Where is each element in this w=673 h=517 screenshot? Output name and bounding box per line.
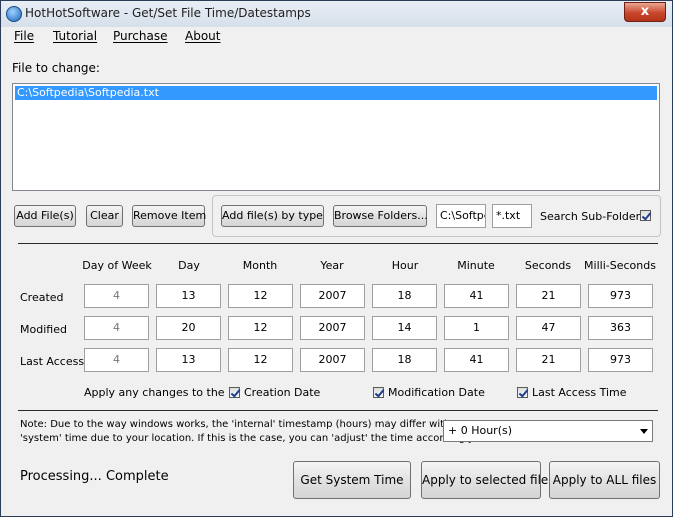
lastaccess-milliseconds-field[interactable]: 973 [588,348,653,372]
extension-input[interactable]: *.txt [492,204,532,228]
lastaccess-hour-field[interactable]: 18 [372,348,437,372]
modified-dayofweek-field[interactable]: 4 [84,316,149,340]
search-subfolders-checkbox[interactable] [640,210,651,221]
get-system-time-button[interactable]: Get System Time [293,461,411,499]
add-files-button[interactable]: Add File(s) [14,205,76,227]
window-title: HotHotSoftware - Get/Set File Time/Dates… [25,6,311,20]
created-minute-field[interactable]: 41 [444,284,509,308]
menu-purchase[interactable]: Purchase [113,27,168,45]
menu-file[interactable]: File [14,27,34,45]
add-by-type-button[interactable]: Add file(s) by type [221,205,324,227]
row-label-last-access: Last Access [20,355,85,368]
search-subfolders-label: Search Sub-Folders [540,210,646,223]
modified-minute-field[interactable]: 1 [444,316,509,340]
apply-selected-file-button[interactable]: Apply to selected file [421,461,548,499]
menu-about[interactable]: About [185,27,220,45]
lastaccess-month-field[interactable]: 12 [228,348,293,372]
hour-offset-select[interactable]: + 0 Hour(s) [443,420,653,442]
apply-all-files-button[interactable]: Apply to ALL files [549,461,660,499]
status-text: Processing... Complete [20,469,169,484]
hour-offset-value: + 0 Hour(s) [448,424,513,437]
menu-bar: File Tutorial Purchase About [1,27,672,45]
lastaccess-day-field[interactable]: 13 [156,348,221,372]
remove-item-button[interactable]: Remove Item [132,205,206,227]
modified-day-field[interactable]: 20 [156,316,221,340]
created-hour-field[interactable]: 18 [372,284,437,308]
list-item[interactable]: C:\Softpedia\Softpedia.txt [15,86,657,100]
modified-hour-field[interactable]: 14 [372,316,437,340]
app-window: HotHotSoftware - Get/Set File Time/Dates… [0,0,673,517]
lastaccess-year-field[interactable]: 2007 [300,348,365,372]
divider [18,410,658,411]
folder-path-input[interactable]: C:\Softpedia [436,204,486,228]
divider [18,243,658,244]
close-button[interactable]: x [624,2,666,22]
modified-year-field[interactable]: 2007 [300,316,365,340]
row-label-modified: Modified [20,323,67,336]
created-dayofweek-field[interactable]: 4 [84,284,149,308]
note-line-1: Note: Due to the way windows works, the … [20,419,477,430]
created-month-field[interactable]: 12 [228,284,293,308]
created-milliseconds-field[interactable]: 973 [588,284,653,308]
modified-milliseconds-field[interactable]: 363 [588,316,653,340]
browse-folders-button[interactable]: Browse Folders... [333,205,428,227]
lastaccess-dayofweek-field[interactable]: 4 [84,348,149,372]
column-header: Milli-Seconds [584,259,656,272]
note-line-2: 'system' time due to your location. If t… [20,433,476,444]
dropdown-arrow-icon [640,429,648,434]
creation-date-checkbox[interactable] [229,387,240,398]
title-bar: HotHotSoftware - Get/Set File Time/Dates… [1,1,672,28]
row-label-created: Created [20,291,64,304]
modification-date-label: Modification Date [388,386,485,399]
modification-date-checkbox[interactable] [373,387,384,398]
created-year-field[interactable]: 2007 [300,284,365,308]
lastaccess-seconds-field[interactable]: 21 [516,348,581,372]
created-seconds-field[interactable]: 21 [516,284,581,308]
clear-button[interactable]: Clear [86,205,123,227]
modified-seconds-field[interactable]: 47 [516,316,581,340]
creation-date-label: Creation Date [244,386,321,399]
last-access-time-label: Last Access Time [532,386,627,399]
created-day-field[interactable]: 13 [156,284,221,308]
lastaccess-minute-field[interactable]: 41 [444,348,509,372]
modified-month-field[interactable]: 12 [228,316,293,340]
file-list[interactable]: C:\Softpedia\Softpedia.txt [12,83,660,191]
app-icon [6,6,22,22]
last-access-time-checkbox[interactable] [517,387,528,398]
menu-tutorial[interactable]: Tutorial [53,27,97,45]
apply-changes-label: Apply any changes to the [84,386,225,399]
file-to-change-label: File to change: [12,61,100,75]
